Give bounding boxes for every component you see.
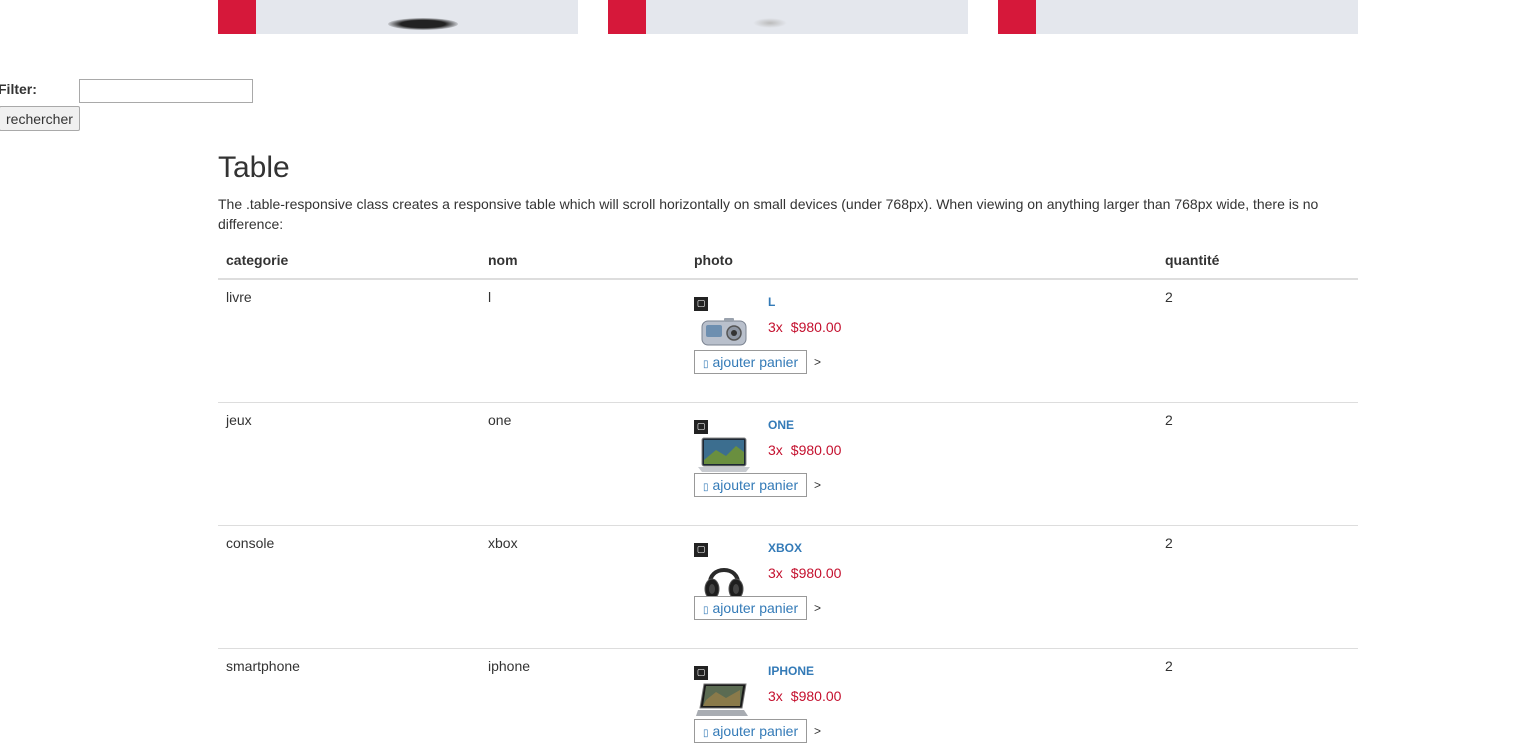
table-row: jeux one ▢ ONE 3x$980.00 ▯ajouter pani <box>218 402 1358 526</box>
header-categorie: categorie <box>218 252 480 280</box>
cart-icon: ▯ <box>703 728 709 739</box>
banner-accent <box>998 0 1036 34</box>
cell-quantite: 2 <box>1157 648 1358 755</box>
table-header-row: categorie nom photo quantité <box>218 252 1358 280</box>
product-qty: 3x <box>768 565 783 581</box>
cart-icon: ▯ <box>703 605 709 616</box>
header-photo: photo <box>686 252 1157 280</box>
product-card: ▢ IPHONE 3x $980.00 ▯ ajouter panier > <box>694 658 1149 755</box>
product-price-value: $980.00 <box>790 442 842 458</box>
product-price-value: $980.00 <box>790 319 842 335</box>
product-name-link[interactable]: IPHONE <box>768 664 814 678</box>
banner-product-image <box>388 18 458 30</box>
product-price: 3x $980.00 <box>768 688 841 704</box>
header-nom: nom <box>480 252 686 280</box>
cell-nom: xbox <box>480 525 686 649</box>
banner-card-3[interactable] <box>998 0 1358 34</box>
search-button[interactable]: rechercher <box>0 106 80 131</box>
cart-icon: ▯ <box>703 482 709 493</box>
add-to-cart-button[interactable]: ▯ ajouter panier <box>694 596 808 620</box>
banner-card-1[interactable] <box>218 0 578 34</box>
page-title: Table <box>218 151 290 184</box>
product-price: 3x $980.00 <box>768 565 841 581</box>
add-to-cart-label: ajouter panier <box>712 600 799 616</box>
cell-quantite: 2 <box>1165 289 1173 305</box>
product-qty: 3x <box>768 442 783 458</box>
cart-icon: ▯ <box>703 359 709 370</box>
cell-nom: one <box>480 402 686 526</box>
product-price: 3x $980.00 <box>768 319 841 335</box>
laptop-icon[interactable] <box>696 432 752 478</box>
banner-accent-edge <box>1036 0 1070 34</box>
product-table: categorie nom photo quantité livre l ▢ L… <box>218 252 1358 755</box>
cell-photo: ▢ ONE 3x $980.00 ▯ ajouter panier > <box>686 402 1157 526</box>
banner-accent <box>218 0 256 34</box>
cell-photo: ▢ L 3x $980.00 ▯ ajouter panier > <box>686 279 1157 403</box>
filter-label: Filter: <box>0 81 37 97</box>
cell-categorie: smartphone <box>218 648 480 755</box>
product-card: ▢ ONE 3x $980.00 ▯ ajouter panier > <box>694 412 1149 522</box>
header-quantite: quantité <box>1157 252 1358 280</box>
product-price-value: $980.00 <box>790 688 842 704</box>
banner-accent-edge <box>646 0 680 34</box>
cell-categorie: jeux <box>218 402 480 526</box>
add-to-cart-label: ajouter panier <box>712 723 799 739</box>
cell-quantite: 2 <box>1157 402 1358 526</box>
banner-accent-edge <box>256 0 290 34</box>
product-card: ▢ L 3x $980.00 ▯ ajouter panier > <box>694 289 1149 399</box>
more-link[interactable]: > <box>814 478 821 492</box>
product-name-link[interactable]: L <box>768 295 775 309</box>
product-qty: 3x <box>768 319 783 335</box>
cell-nom: iphone <box>480 648 686 755</box>
banner-card-2[interactable] <box>608 0 968 34</box>
more-link[interactable]: > <box>814 601 821 615</box>
add-to-cart-button[interactable]: ▯ ajouter panier <box>694 473 808 497</box>
add-to-cart-label: ajouter panier <box>712 354 799 370</box>
product-price-value: $980.00 <box>790 565 842 581</box>
cell-quantite: 2 <box>1157 525 1358 649</box>
banner-accent <box>608 0 646 34</box>
table-section: Table The .table-responsive class create… <box>218 150 1358 755</box>
table-row: smartphone iphone ▢ IPHONE 3x$980.00 ▯ <box>218 648 1358 755</box>
camera-icon[interactable] <box>696 309 752 355</box>
product-name-link[interactable]: ONE <box>768 418 794 432</box>
cell-photo: ▢ XBOX 3x $980.00 ▯ ajouter panier > <box>686 525 1157 649</box>
filter-input[interactable] <box>79 79 253 103</box>
product-name-link[interactable]: XBOX <box>768 541 802 555</box>
add-to-cart-button[interactable]: ▯ ajouter panier <box>694 350 808 374</box>
headphones-icon[interactable] <box>696 555 752 601</box>
add-to-cart-button[interactable]: ▯ ajouter panier <box>694 719 808 743</box>
product-qty: 3x <box>768 688 783 704</box>
cell-categorie: livre <box>226 289 252 305</box>
section-description: The .table-responsive class creates a re… <box>218 196 1319 232</box>
table-row: livre l ▢ L 3x $980.00 ▯ ajouter panier … <box>218 279 1358 403</box>
cell-nom: l <box>488 289 492 305</box>
product-price: 3x $980.00 <box>768 442 841 458</box>
more-link[interactable]: > <box>814 355 821 369</box>
cell-categorie: console <box>218 525 480 649</box>
product-card: ▢ XBOX 3x $980.00 ▯ ajouter panier > <box>694 535 1149 645</box>
more-link[interactable]: > <box>814 724 821 738</box>
laptop-icon[interactable] <box>696 678 752 724</box>
banner-product-image <box>753 18 787 28</box>
add-to-cart-label: ajouter panier <box>712 477 799 493</box>
table-row: console xbox ▢ XBOX 3x $980.00 ▯ ajouter… <box>218 525 1358 649</box>
cell-photo: ▢ IPHONE 3x $980.00 ▯ ajouter panier > <box>686 648 1157 755</box>
